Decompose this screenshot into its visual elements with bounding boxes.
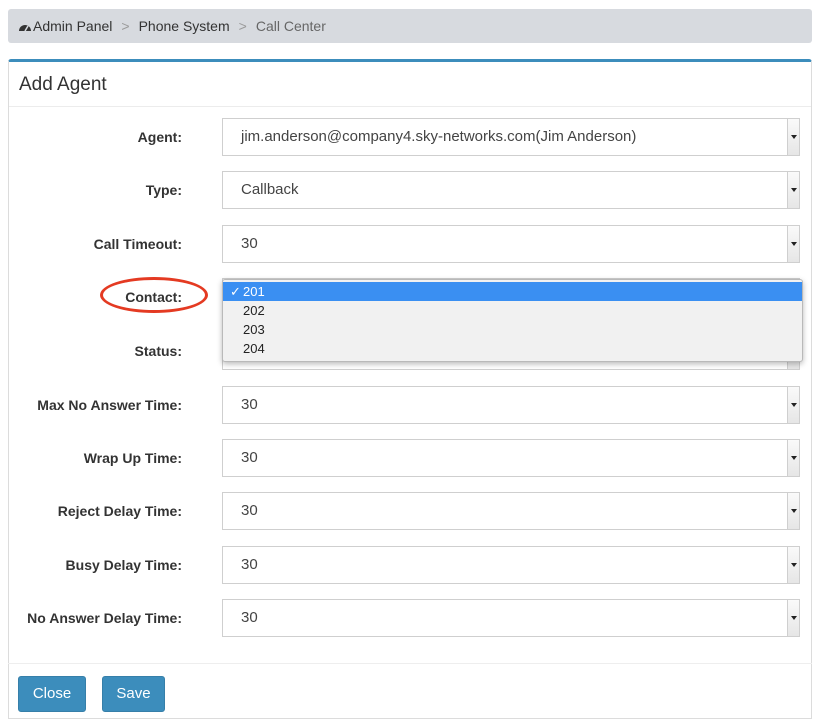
wrap-up-time-select[interactable]: 30 — [222, 439, 800, 477]
no-answer-delay-time-label: No Answer Delay Time: — [27, 610, 182, 626]
select-arrow-icon — [787, 440, 799, 476]
type-select-value: Callback — [241, 181, 299, 198]
contact-highlight-ring — [100, 277, 208, 313]
close-button[interactable]: Close — [18, 676, 86, 712]
wrap-up-time-select-value: 30 — [241, 449, 258, 466]
agent-select[interactable]: jim.anderson@company4.sky-networks.com(J… — [222, 118, 800, 156]
agent-select-value: jim.anderson@company4.sky-networks.com(J… — [241, 128, 637, 145]
max-no-answer-time-select-value: 30 — [241, 396, 258, 413]
panel-title: Add Agent — [9, 62, 811, 107]
status-label: Status: — [134, 343, 182, 359]
option-label: 202 — [243, 303, 265, 318]
call-timeout-select[interactable]: 30 — [222, 225, 800, 263]
max-no-answer-time-row: Max No Answer Time: 30 — [0, 386, 804, 424]
max-no-answer-time-label: Max No Answer Time: — [37, 397, 182, 413]
breadcrumb-phone-system[interactable]: Phone System — [139, 18, 230, 34]
call-timeout-row: Call Timeout: 30 — [0, 225, 804, 263]
reject-delay-time-select-value: 30 — [241, 502, 258, 519]
select-arrow-icon — [787, 172, 799, 208]
select-arrow-icon — [787, 493, 799, 529]
select-arrow-icon — [787, 547, 799, 583]
breadcrumb-admin-panel[interactable]: Admin Panel — [33, 18, 112, 34]
save-button[interactable]: Save — [102, 676, 165, 712]
select-arrow-icon — [787, 119, 799, 155]
breadcrumb-separator: > — [238, 18, 247, 34]
busy-delay-time-label: Busy Delay Time: — [65, 557, 182, 573]
type-label: Type: — [145, 182, 182, 198]
reject-delay-time-label: Reject Delay Time: — [57, 503, 182, 519]
contact-option-204[interactable]: 204 — [223, 339, 802, 358]
call-timeout-label: Call Timeout: — [93, 236, 182, 252]
type-select[interactable]: Callback — [222, 171, 800, 209]
select-arrow-icon — [787, 226, 799, 262]
option-label: 203 — [243, 322, 265, 337]
contact-option-202[interactable]: 202 — [223, 301, 802, 320]
reject-delay-time-row: Reject Delay Time: 30 — [0, 492, 804, 530]
reject-delay-time-select[interactable]: 30 — [222, 492, 800, 530]
busy-delay-time-select[interactable]: 30 — [222, 546, 800, 584]
wrap-up-time-label: Wrap Up Time: — [83, 450, 182, 466]
call-timeout-select-value: 30 — [241, 235, 258, 252]
busy-delay-time-row: Busy Delay Time: 30 — [0, 546, 804, 584]
breadcrumb: Admin Panel > Phone System > Call Center — [8, 9, 812, 43]
contact-option-203[interactable]: 203 — [223, 320, 802, 339]
breadcrumb-call-center: Call Center — [255, 18, 326, 34]
dashboard-icon — [19, 24, 31, 31]
option-label: 201 — [243, 284, 265, 299]
type-row: Type: Callback — [0, 171, 804, 209]
agent-label: Agent: — [137, 129, 182, 145]
agent-row: Agent: jim.anderson@company4.sky-network… — [0, 118, 804, 156]
no-answer-delay-time-select[interactable]: 30 — [222, 599, 800, 637]
contact-dropdown-list[interactable]: ✓ 201 202 203 204 — [222, 279, 803, 362]
wrap-up-time-row: Wrap Up Time: 30 — [0, 439, 804, 477]
checkmark-icon: ✓ — [230, 284, 241, 299]
panel-footer-divider — [8, 663, 812, 664]
no-answer-delay-time-row: No Answer Delay Time: 30 — [0, 599, 804, 637]
option-label: 204 — [243, 341, 265, 356]
contact-option-201[interactable]: ✓ 201 — [223, 282, 802, 301]
busy-delay-time-select-value: 30 — [241, 556, 258, 573]
no-answer-delay-time-select-value: 30 — [241, 609, 258, 626]
select-arrow-icon — [787, 387, 799, 423]
max-no-answer-time-select[interactable]: 30 — [222, 386, 800, 424]
breadcrumb-separator: > — [121, 18, 130, 34]
select-arrow-icon — [787, 600, 799, 636]
